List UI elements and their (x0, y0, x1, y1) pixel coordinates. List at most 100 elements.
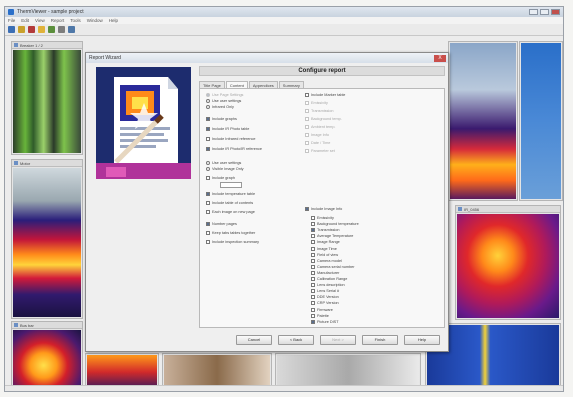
help-button[interactable]: Help (404, 335, 440, 345)
thermal-image (450, 43, 516, 199)
option-checkbox[interactable]: Calibration Range (311, 277, 347, 281)
option-checkbox[interactable]: Include Marker table (305, 93, 345, 97)
option-checkbox[interactable]: Average Temperature (311, 234, 353, 239)
menu-view[interactable]: View (35, 18, 45, 23)
option-checkbox[interactable]: Ambient temp. (305, 125, 335, 129)
dialog-title-bar: Report Wizard X (86, 53, 448, 63)
option-checkbox[interactable]: Emissivity (311, 216, 334, 220)
menu-edit[interactable]: Edit (21, 18, 29, 23)
option-checkbox[interactable]: Picture DIST (311, 319, 339, 324)
option-checkbox[interactable]: Lens description (311, 283, 345, 288)
checkbox-icon (311, 270, 315, 275)
option-checkbox[interactable]: Include IR Photo table (206, 127, 249, 131)
settings-field[interactable] (220, 182, 242, 188)
option-checkbox[interactable]: Image Info (305, 133, 329, 137)
option-checkbox[interactable]: Include Infrared reference (206, 137, 255, 141)
next-button[interactable]: Next > (320, 335, 356, 345)
checkbox-icon (311, 240, 315, 245)
option-label: Each image on new page (212, 210, 255, 214)
option-checkbox[interactable]: Camera model (311, 258, 342, 263)
option-checkbox[interactable]: Transmission (311, 228, 340, 233)
print-icon[interactable] (28, 26, 35, 33)
cancel-button[interactable]: Cancel (236, 335, 272, 345)
image-icon (14, 161, 18, 165)
image-pane[interactable] (448, 41, 518, 201)
checkbox-icon (311, 283, 315, 288)
toolbar (5, 24, 563, 36)
include-image-info-checkbox[interactable]: Include Image Info (305, 207, 342, 211)
option-checkbox[interactable]: Background temperature (311, 222, 359, 227)
back-button[interactable]: < Back (278, 335, 314, 345)
option-radio[interactable]: Use user settings (206, 161, 241, 165)
checkbox-icon (311, 264, 315, 269)
image-pane[interactable]: Breaker 1 / 2 (11, 41, 83, 155)
checkbox-icon (206, 192, 210, 196)
option-checkbox[interactable]: Include temperature table (206, 192, 255, 196)
checkbox-icon (311, 258, 315, 263)
menu-window[interactable]: Window (87, 18, 103, 23)
option-checkbox[interactable]: Include table of contents (206, 201, 253, 205)
menu-tools[interactable]: Tools (70, 18, 81, 23)
option-checkbox[interactable]: Each image on new page (206, 210, 255, 214)
option-radio[interactable]: Visible Image Only (206, 167, 244, 171)
option-label: Lens Serial # (317, 289, 340, 294)
dialog-close-button[interactable]: X (434, 54, 446, 62)
option-checkbox[interactable]: Include graphs (206, 117, 237, 121)
content-tab-panel: Use Page Settings Use user settings Infrar… (199, 88, 445, 328)
folder-icon[interactable] (38, 26, 45, 33)
option-checkbox[interactable]: Palette (311, 313, 329, 318)
option-radio[interactable]: Infrared Only (206, 105, 234, 109)
option-checkbox[interactable]: Parameter set (305, 149, 335, 153)
finish-button[interactable]: Finish (362, 335, 398, 345)
image-pane[interactable]: IR_0456 (455, 205, 561, 320)
image-icon[interactable] (48, 26, 55, 33)
dialog-heading: Configure report (199, 66, 445, 76)
option-checkbox[interactable]: Keep tabs tables together (206, 231, 255, 235)
thermal-image (164, 355, 270, 389)
minimize-button[interactable] (529, 9, 538, 15)
settings-icon[interactable] (58, 26, 65, 33)
checkbox-icon (311, 301, 315, 306)
option-radio[interactable]: Use user settings (206, 99, 241, 103)
option-checkbox[interactable]: Lens Serial # (311, 289, 340, 294)
checkbox-icon (305, 207, 309, 211)
save-icon[interactable] (18, 26, 25, 33)
option-checkbox[interactable]: Manufacturer (311, 270, 339, 275)
option-label: Transmission (317, 228, 340, 233)
checkbox-icon (311, 319, 315, 324)
menu-report[interactable]: Report (51, 18, 65, 23)
option-checkbox[interactable]: Transmission (305, 109, 333, 113)
checkbox-icon (311, 313, 315, 318)
option-checkbox[interactable]: Field of view (311, 252, 338, 257)
option-checkbox[interactable]: Include IR Photo/IR reference (206, 147, 262, 151)
close-window-button[interactable] (551, 9, 560, 15)
option-radio[interactable]: Use Page Settings (206, 93, 243, 97)
report-icon[interactable] (68, 26, 75, 33)
open-icon[interactable] (8, 26, 15, 33)
option-checkbox[interactable]: CRP Version (311, 301, 339, 306)
option-label: Include Marker table (311, 93, 346, 97)
option-checkbox[interactable]: Firmware (311, 307, 333, 312)
image-pane[interactable]: Bus bar (11, 321, 83, 391)
option-checkbox[interactable]: DDE Version (311, 295, 339, 300)
menu-file[interactable]: File (8, 18, 15, 23)
option-checkbox[interactable]: Camera serial number (311, 264, 355, 269)
image-pane[interactable] (519, 41, 563, 201)
checkbox-icon (206, 117, 210, 121)
option-checkbox[interactable]: Image Range (311, 240, 340, 245)
menu-help[interactable]: Help (109, 18, 118, 23)
option-checkbox[interactable]: Number pages (206, 222, 237, 226)
option-checkbox[interactable]: Image Time (311, 246, 337, 251)
maximize-button[interactable] (540, 9, 549, 15)
window-title: ThermViewer - sample project (17, 9, 84, 15)
image-icon (458, 207, 462, 211)
option-label: Emissivity (317, 216, 334, 220)
option-checkbox[interactable]: Date / Time (305, 141, 330, 145)
option-checkbox[interactable]: Include graph (206, 176, 235, 180)
option-checkbox[interactable]: Background temp. (305, 117, 342, 121)
option-checkbox[interactable]: Include inspection summary (206, 240, 259, 244)
option-label: Parameter set (311, 149, 335, 153)
image-pane[interactable]: Motor (11, 159, 83, 319)
option-checkbox[interactable]: Emissivity (305, 101, 328, 105)
option-label: Background temperature (317, 222, 359, 227)
